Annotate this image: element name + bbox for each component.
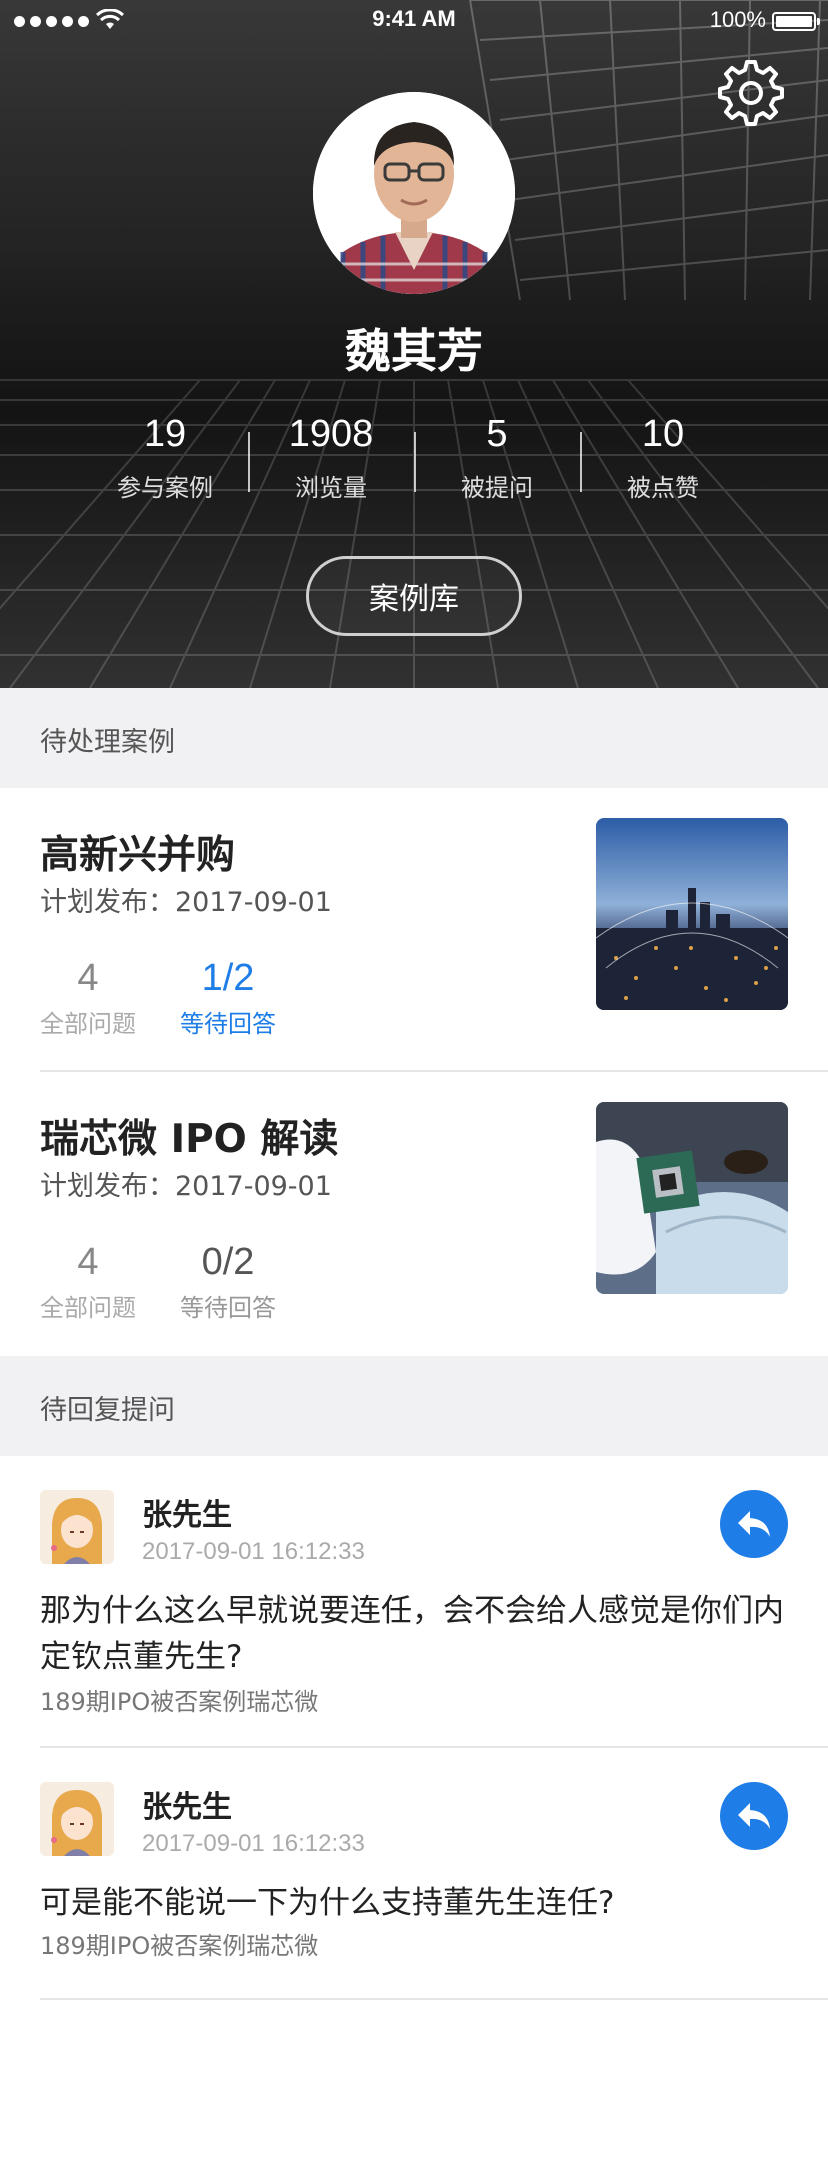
profile-name: 魏其芳 bbox=[345, 324, 483, 378]
case-stat-value: 4 bbox=[77, 1241, 99, 1283]
stat-questioned[interactable]: 5 被提问 bbox=[414, 410, 580, 510]
case-stat-value: 0/2 bbox=[201, 1241, 255, 1283]
divider bbox=[40, 1998, 828, 2000]
asker-name: 张先生 bbox=[142, 1790, 232, 1825]
profile-avatar[interactable] bbox=[313, 92, 515, 294]
question-text: 那为什么这么早就说要连任，会不会给人感觉是你们内定钦点董先生? bbox=[40, 1593, 784, 1675]
stat-value: 19 bbox=[143, 413, 187, 455]
case-stat-label: 全部问题 bbox=[40, 1010, 136, 1038]
pending-cases-header: 待处理案例 bbox=[0, 688, 828, 788]
case-title: 瑞芯微 IPO 解读 bbox=[40, 1117, 339, 1162]
question-source[interactable]: 189期IPO被否案例瑞芯微 bbox=[40, 1926, 318, 1961]
case-stat-value: 4 bbox=[77, 957, 99, 999]
case-card[interactable]: 高新兴并购 计划发布：2017-09-01 4 全部问题 1/2 等待回答 bbox=[0, 788, 828, 1072]
case-waiting-answers[interactable]: 0/2 等待回答 bbox=[180, 1240, 276, 1323]
case-total-questions[interactable]: 4 全部问题 bbox=[40, 956, 136, 1039]
question-time: 2017-09-01 16:12:33 bbox=[142, 1830, 365, 1857]
status-time: 9:41 AM bbox=[372, 6, 456, 31]
case-library-button[interactable]: 案例库 bbox=[306, 556, 522, 636]
stat-value: 5 bbox=[486, 413, 508, 455]
battery-percent: 100% bbox=[709, 7, 766, 32]
case-total-questions[interactable]: 4 全部问题 bbox=[40, 1240, 136, 1323]
case-card[interactable]: 瑞芯微 IPO 解读 计划发布：2017-09-01 4 全部问题 0/2 等待… bbox=[0, 1072, 828, 1356]
section-title: 待处理案例 bbox=[40, 727, 175, 758]
asker-name: 张先生 bbox=[142, 1498, 232, 1533]
gear-icon[interactable] bbox=[716, 58, 786, 128]
reply-button[interactable] bbox=[720, 1490, 788, 1558]
case-stat-label: 全部问题 bbox=[40, 1294, 136, 1322]
stat-label: 浏览量 bbox=[295, 474, 367, 502]
case-stat-label: 等待回答 bbox=[180, 1010, 276, 1038]
stat-label: 被点赞 bbox=[627, 474, 699, 502]
case-title: 高新兴并购 bbox=[40, 833, 236, 878]
reply-arrow-icon bbox=[738, 1803, 770, 1829]
case-waiting-answers[interactable]: 1/2 等待回答 bbox=[180, 956, 276, 1039]
stat-value: 1908 bbox=[288, 413, 374, 455]
status-bar: 9:41 AM 100% bbox=[0, 0, 828, 40]
question-card[interactable]: 张先生 2017-09-01 16:12:33 那为什么这么早就说要连任，会不会… bbox=[0, 1456, 828, 1746]
pending-questions-header: 待回复提问 bbox=[0, 1356, 828, 1456]
case-thumbnail-chip[interactable] bbox=[596, 1102, 788, 1294]
question-card[interactable]: 张先生 2017-09-01 16:12:33 可是能不能说一下为什么支持董先生… bbox=[0, 1748, 828, 1998]
case-date: 计划发布：2017-09-01 bbox=[40, 1171, 332, 1202]
asker-avatar[interactable] bbox=[40, 1490, 114, 1564]
case-stat-value: 1/2 bbox=[201, 957, 255, 999]
stat-cases[interactable]: 19 参与案例 bbox=[82, 410, 248, 510]
case-stat-label: 等待回答 bbox=[180, 1294, 276, 1322]
stat-value: 10 bbox=[641, 413, 685, 455]
battery-icon bbox=[772, 12, 820, 31]
profile-stats: 19 参与案例 1908 浏览量 5 被提问 10 被点赞 bbox=[82, 410, 746, 510]
stat-label: 被提问 bbox=[461, 474, 533, 502]
section-title: 待回复提问 bbox=[40, 1395, 175, 1426]
case-thumbnail-city[interactable] bbox=[596, 818, 788, 1010]
stat-likes[interactable]: 10 被点赞 bbox=[580, 410, 746, 510]
question-text: 可是能不能说一下为什么支持董先生连任? bbox=[40, 1885, 615, 1921]
stat-views[interactable]: 1908 浏览量 bbox=[248, 410, 414, 510]
question-source[interactable]: 189期IPO被否案例瑞芯微 bbox=[40, 1682, 318, 1717]
reply-button[interactable] bbox=[720, 1782, 788, 1850]
asker-avatar[interactable] bbox=[40, 1782, 114, 1856]
profile-header: 9:41 AM 100% 魏其芳 19 参与案例 1908 浏览量 5 被提问 … bbox=[0, 0, 828, 688]
reply-arrow-icon bbox=[738, 1511, 770, 1537]
question-time: 2017-09-01 16:12:33 bbox=[142, 1538, 365, 1565]
stat-label: 参与案例 bbox=[117, 474, 213, 502]
case-date: 计划发布：2017-09-01 bbox=[40, 887, 332, 918]
